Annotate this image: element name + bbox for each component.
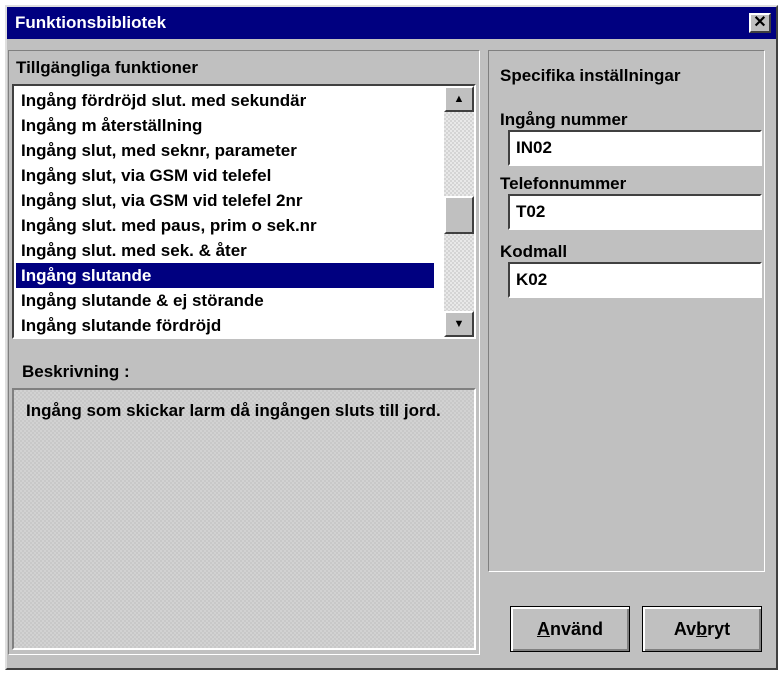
functions-list: Ingång fördröjd slut. med sekundär Ingång… bbox=[16, 88, 434, 337]
arrow-up-icon: ▲ bbox=[453, 93, 465, 105]
close-icon: ✕ bbox=[753, 14, 767, 31]
list-item[interactable]: Ingång fördröjd slut. med sekundär bbox=[16, 88, 434, 113]
vertical-scrollbar[interactable]: ▲ ▼ bbox=[444, 86, 474, 337]
specific-settings-label: Specifika inställningar bbox=[500, 66, 681, 85]
list-item[interactable]: Ingång slut. med paus, prim o sek.nr bbox=[16, 213, 434, 238]
cancel-label-post: ryt bbox=[707, 619, 731, 639]
code-template-label: Kodmall bbox=[500, 242, 568, 261]
list-item[interactable]: Ingång slut, via GSM vid telefel 2nr bbox=[16, 188, 434, 213]
list-item[interactable]: Ingång slutande fördröjd bbox=[16, 313, 434, 337]
list-item[interactable]: Ingång slut. med sek. & åter bbox=[16, 238, 434, 263]
description-label: Beskrivning : bbox=[22, 362, 130, 381]
phone-number-field[interactable]: T02 bbox=[508, 194, 762, 230]
cancel-accelerator: b bbox=[696, 619, 708, 639]
input-number-label: Ingång nummer bbox=[500, 110, 628, 129]
phone-number-label: Telefonnummer bbox=[500, 174, 627, 193]
scroll-up-button[interactable]: ▲ bbox=[444, 86, 474, 112]
list-item[interactable]: Ingång slutande bbox=[16, 263, 434, 288]
description-box: Ingång som skickar larm då ingången slut… bbox=[12, 388, 476, 650]
apply-button[interactable]: Använd bbox=[510, 606, 630, 652]
list-item[interactable]: Ingång slut, med seknr, parameter bbox=[16, 138, 434, 163]
cancel-label-pre: Av bbox=[673, 619, 697, 639]
close-button[interactable]: ✕ bbox=[749, 13, 771, 33]
description-text: Ingång som skickar larm då ingången slut… bbox=[26, 401, 441, 420]
list-item[interactable]: Ingång slut, via GSM vid telefel bbox=[16, 163, 434, 188]
apply-accelerator: A bbox=[536, 619, 550, 639]
scroll-down-button[interactable]: ▼ bbox=[444, 311, 474, 337]
cancel-button[interactable]: Avbryt bbox=[642, 606, 762, 652]
list-item[interactable]: Ingång m återställning bbox=[16, 113, 434, 138]
window-title: Funktionsbibliotek bbox=[15, 13, 167, 32]
arrow-down-icon: ▼ bbox=[453, 318, 465, 330]
apply-label-post: nvänd bbox=[549, 619, 603, 639]
code-template-field[interactable]: K02 bbox=[508, 262, 762, 298]
list-item[interactable]: Ingång slutande & ej störande bbox=[16, 288, 434, 313]
scrollbar-thumb[interactable] bbox=[444, 196, 474, 234]
title-bar[interactable]: Funktionsbibliotek ✕ bbox=[7, 7, 776, 39]
input-number-field[interactable]: IN02 bbox=[508, 130, 762, 166]
functions-listbox[interactable]: Ingång fördröjd slut. med sekundär Ingång… bbox=[12, 84, 476, 339]
available-functions-label: Tillgängliga funktioner bbox=[16, 58, 198, 77]
